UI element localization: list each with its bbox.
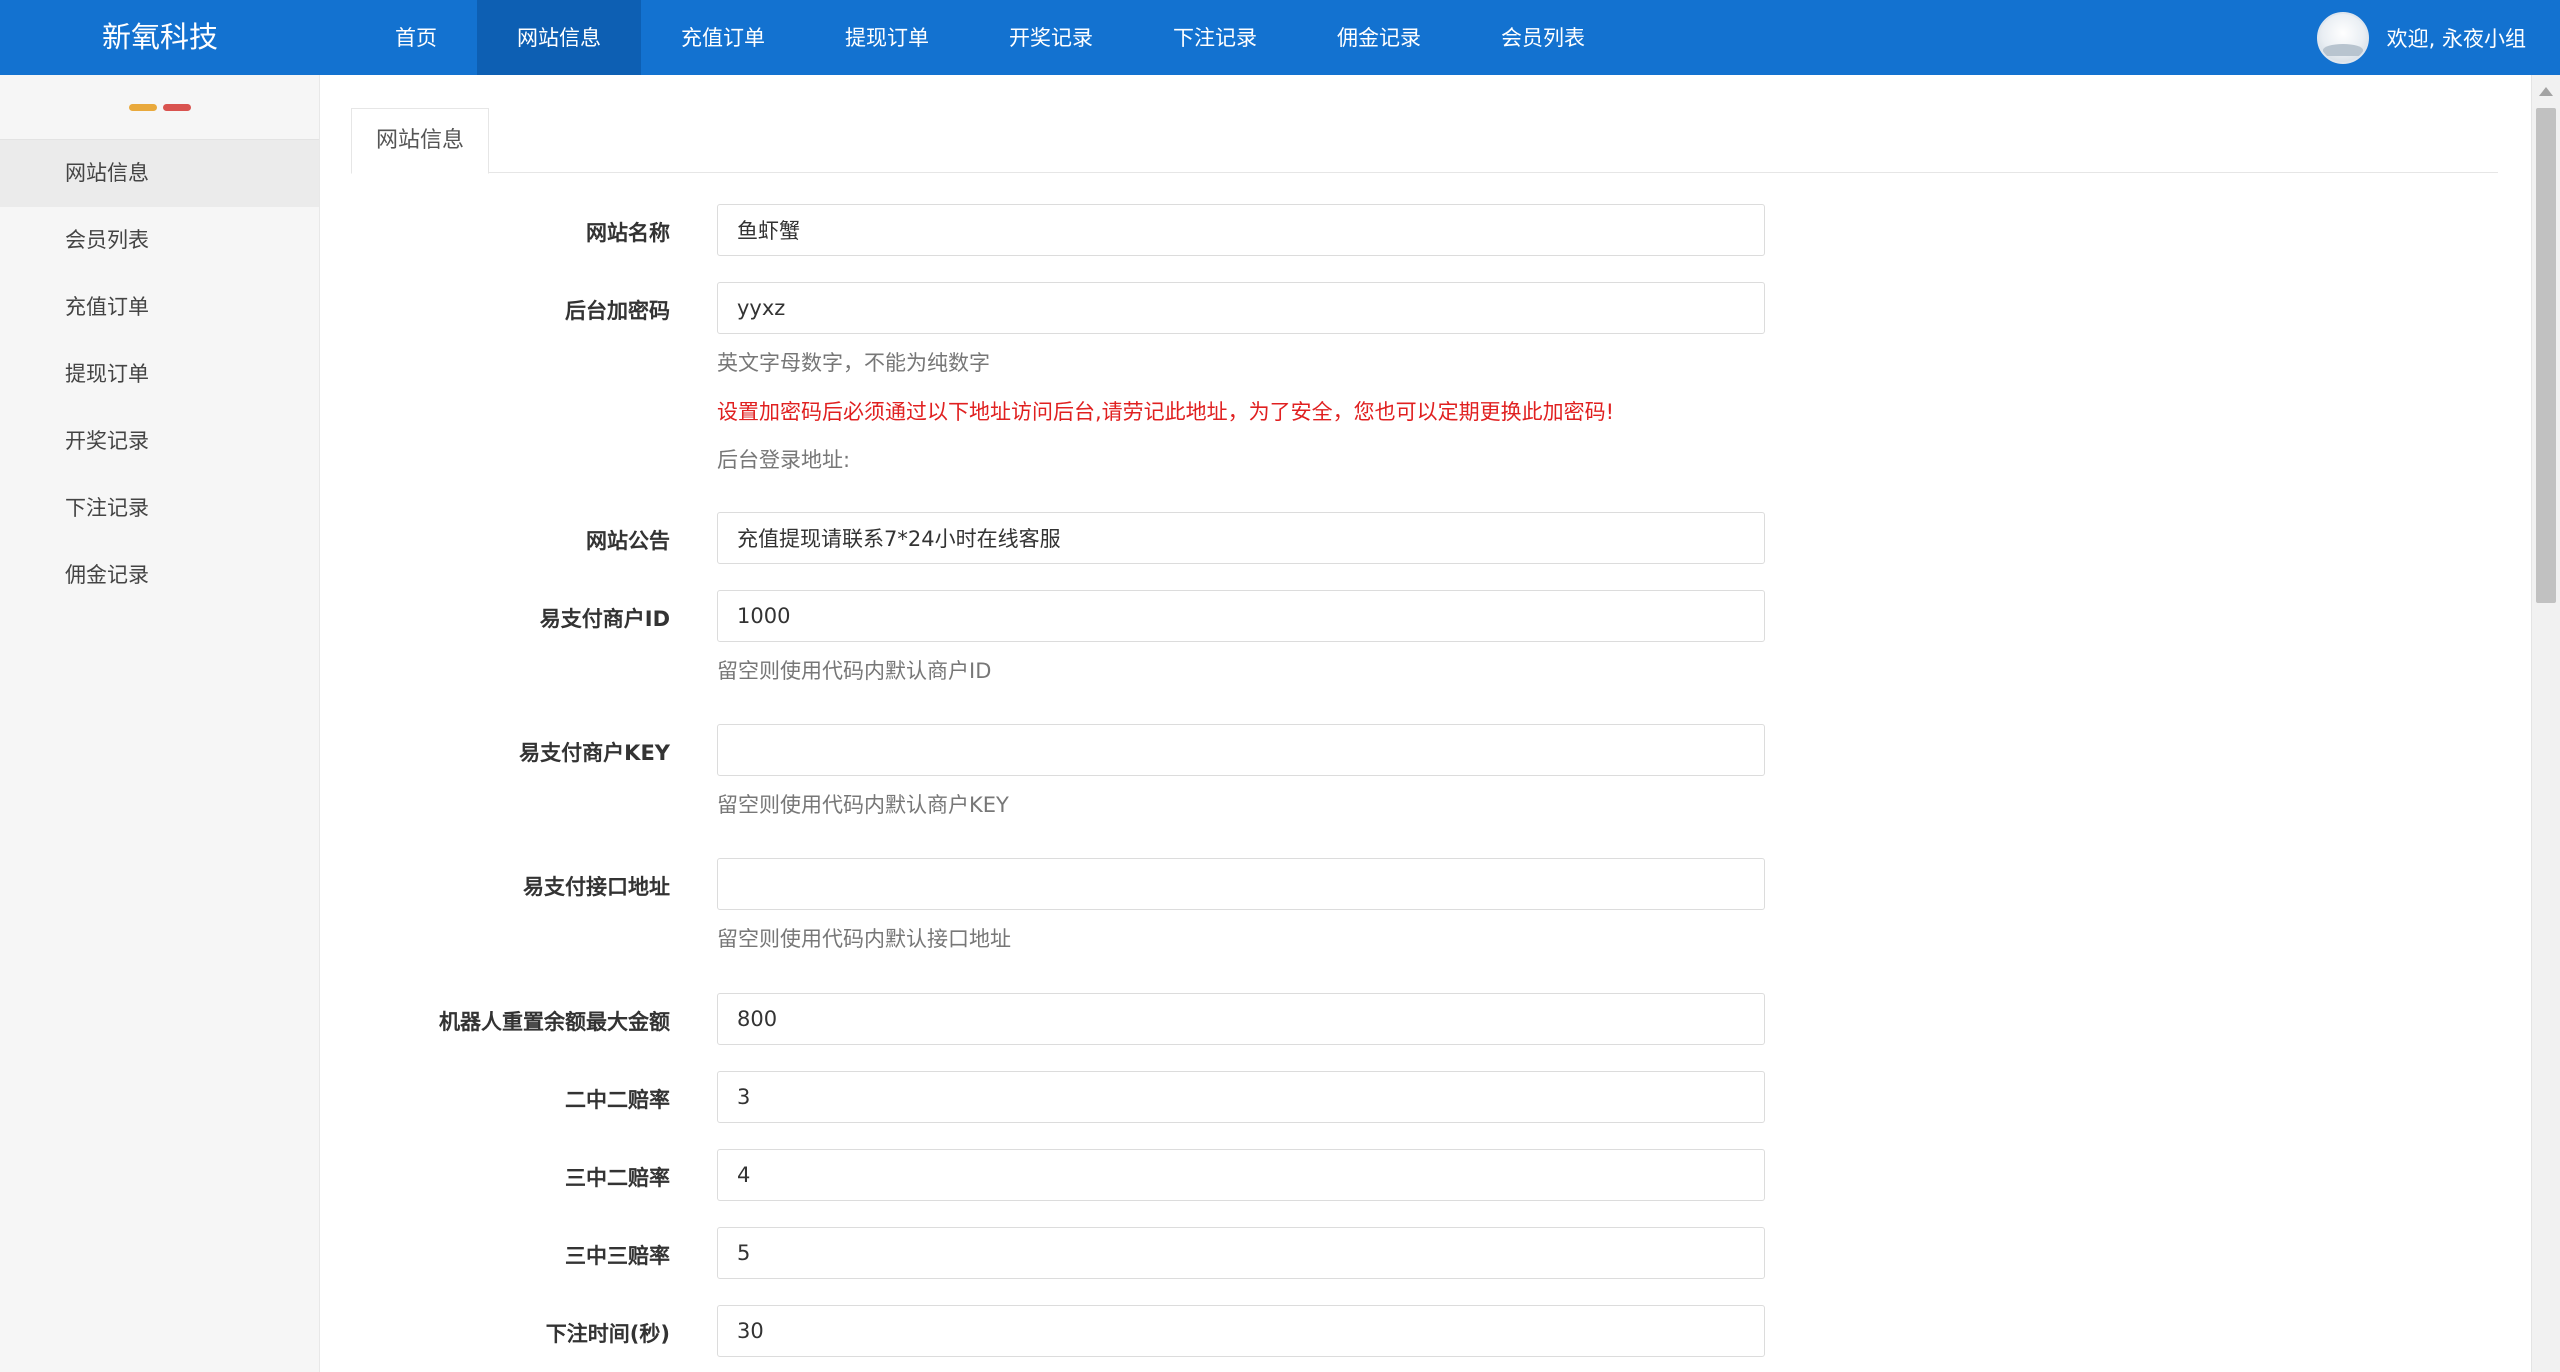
nav-item-home[interactable]: 首页 bbox=[355, 0, 477, 75]
site-name-input[interactable] bbox=[717, 204, 1765, 256]
top-navbar: 新氧科技 首页 网站信息 充值订单 提现订单 开奖记录 下注记录 佣金记录 会员… bbox=[0, 0, 2560, 75]
nav-item-recharge-orders[interactable]: 充值订单 bbox=[641, 0, 805, 75]
odds-3of3-input[interactable] bbox=[717, 1227, 1765, 1279]
api-url-hint: 留空则使用代码内默认接口地址 bbox=[717, 927, 1011, 951]
announcement-label: 网站公告 bbox=[586, 529, 670, 553]
merchant-key-hint: 留空则使用代码内默认商户KEY bbox=[717, 793, 1009, 817]
admin-password-label: 后台加密码 bbox=[565, 299, 670, 323]
nav-item-commission-records[interactable]: 佣金记录 bbox=[1297, 0, 1461, 75]
nav-item-bet-records[interactable]: 下注记录 bbox=[1133, 0, 1297, 75]
admin-password-input[interactable] bbox=[717, 282, 1765, 334]
robot-max-amount-label: 机器人重置余额最大金额 bbox=[439, 1010, 670, 1034]
page-scrollbar[interactable] bbox=[2531, 75, 2560, 1372]
sidebar-item-withdraw-orders[interactable]: 提现订单 bbox=[0, 341, 319, 408]
site-name-label: 网站名称 bbox=[586, 221, 670, 245]
bet-time-label: 下注时间(秒) bbox=[545, 1322, 670, 1346]
main-content: 网站信息 网站名称 后台加密码 英文字母数字，不能为纯数字 设置加密码后必须通过… bbox=[320, 75, 2532, 1372]
scroll-up-arrow-icon[interactable] bbox=[2539, 87, 2553, 96]
sidebar-collapse-toggle[interactable] bbox=[0, 75, 319, 140]
sidebar-item-draw-records[interactable]: 开奖记录 bbox=[0, 408, 319, 475]
odds-2of2-label: 二中二赔率 bbox=[565, 1088, 670, 1112]
sidebar-item-recharge-orders[interactable]: 充值订单 bbox=[0, 274, 319, 341]
user-menu[interactable]: 欢迎, 永夜小组 bbox=[2316, 0, 2526, 75]
nav-item-site-info[interactable]: 网站信息 bbox=[477, 0, 641, 75]
top-nav: 首页 网站信息 充值订单 提现订单 开奖记录 下注记录 佣金记录 会员列表 bbox=[355, 0, 1625, 75]
nav-item-member-list[interactable]: 会员列表 bbox=[1461, 0, 1625, 75]
sidebar-item-member-list[interactable]: 会员列表 bbox=[0, 207, 319, 274]
api-url-label: 易支付接口地址 bbox=[523, 875, 670, 899]
merchant-key-label: 易支付商户KEY bbox=[519, 741, 670, 765]
merchant-id-hint: 留空则使用代码内默认商户ID bbox=[717, 659, 992, 683]
sidebar-item-bet-records[interactable]: 下注记录 bbox=[0, 475, 319, 542]
odds-3of3-label: 三中三赔率 bbox=[565, 1244, 670, 1268]
api-url-input[interactable] bbox=[717, 858, 1765, 910]
merchant-id-label: 易支付商户ID bbox=[539, 607, 670, 631]
admin-password-hint: 英文字母数字，不能为纯数字 bbox=[717, 351, 990, 375]
toggle-dash-yellow bbox=[128, 103, 157, 111]
merchant-id-input[interactable] bbox=[717, 590, 1765, 642]
nav-item-draw-records[interactable]: 开奖记录 bbox=[969, 0, 1133, 75]
bet-time-input[interactable] bbox=[717, 1305, 1765, 1357]
brand-logo[interactable]: 新氧科技 bbox=[0, 0, 320, 75]
merchant-key-input[interactable] bbox=[717, 724, 1765, 776]
tab-bar: 网站信息 bbox=[351, 108, 2498, 174]
user-greeting[interactable]: 欢迎, 永夜小组 bbox=[2387, 23, 2526, 53]
sidebar: 网站信息 会员列表 充值订单 提现订单 开奖记录 下注记录 佣金记录 bbox=[0, 75, 320, 1372]
avatar[interactable] bbox=[2316, 11, 2369, 64]
scroll-thumb[interactable] bbox=[2536, 108, 2556, 603]
sidebar-item-commission-records[interactable]: 佣金记录 bbox=[0, 542, 319, 609]
tab-site-info[interactable]: 网站信息 bbox=[351, 108, 490, 174]
toggle-dash-red bbox=[162, 103, 191, 111]
odds-3of2-label: 三中二赔率 bbox=[565, 1166, 670, 1190]
robot-max-amount-input[interactable] bbox=[717, 993, 1765, 1045]
nav-item-withdraw-orders[interactable]: 提现订单 bbox=[805, 0, 969, 75]
admin-login-address-label: 后台登录地址: bbox=[717, 448, 851, 472]
announcement-input[interactable] bbox=[717, 512, 1765, 564]
odds-2of2-input[interactable] bbox=[717, 1071, 1765, 1123]
admin-password-warning: 设置加密码后必须通过以下地址访问后台,请劳记此地址，为了安全，您也可以定期更换此… bbox=[717, 400, 1615, 424]
odds-3of2-input[interactable] bbox=[717, 1149, 1765, 1201]
sidebar-item-site-info[interactable]: 网站信息 bbox=[0, 140, 319, 207]
